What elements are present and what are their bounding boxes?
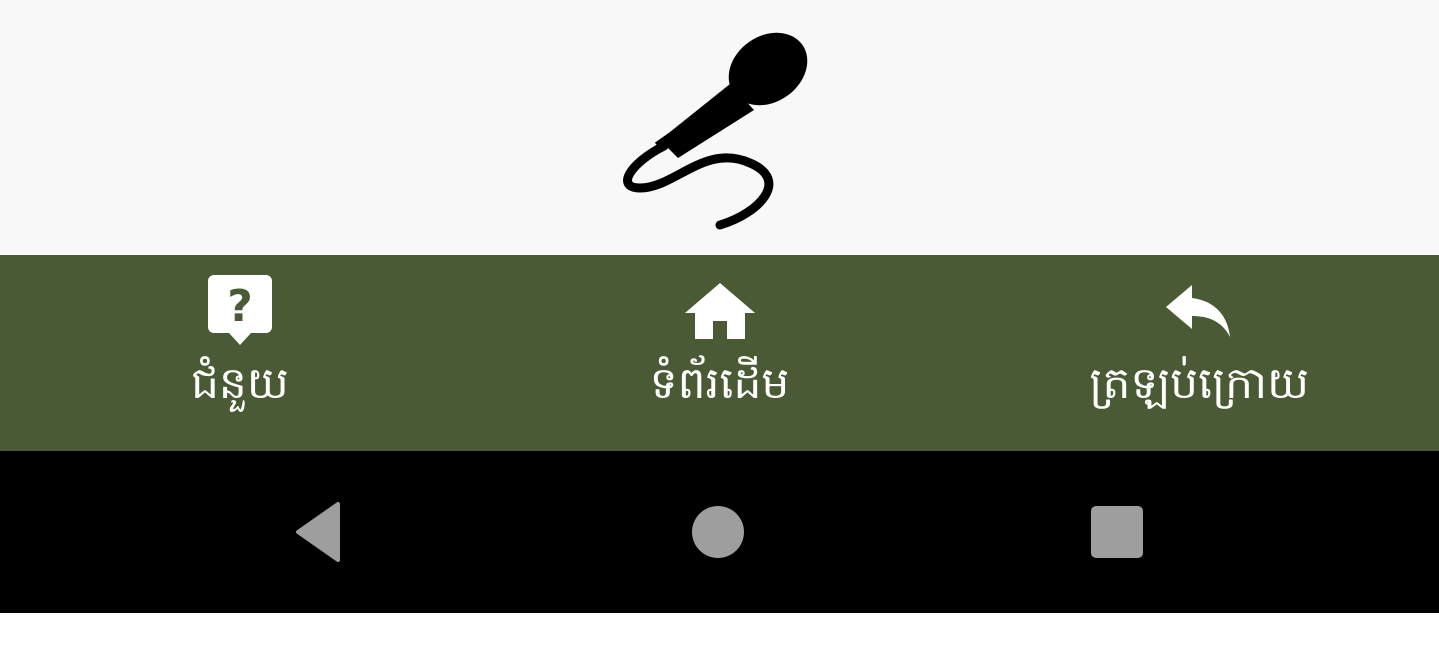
nav-label-help: ជំនួយ bbox=[190, 358, 289, 409]
microphone-icon[interactable] bbox=[620, 28, 820, 233]
nav-label-home: ទំព័រដើម bbox=[649, 358, 790, 409]
nav-item-help[interactable]: ? ជំនួយ bbox=[0, 255, 480, 451]
home-icon bbox=[683, 273, 757, 348]
help-icon: ? bbox=[207, 273, 273, 348]
nav-item-back[interactable]: ត្រឡប់ក្រោយ bbox=[959, 255, 1439, 451]
nav-label-back: ត្រឡប់ក្រោយ bbox=[1089, 358, 1309, 409]
system-back-button[interactable] bbox=[270, 451, 370, 613]
system-home-button[interactable] bbox=[668, 451, 768, 613]
svg-text:?: ? bbox=[227, 281, 253, 332]
system-navigation-bar bbox=[0, 451, 1439, 613]
bottom-navigation-bar: ? ជំនួយ ទំព័រដើម ត្រឡប់ក្រោយ bbox=[0, 255, 1439, 451]
back-triangle-icon bbox=[296, 502, 340, 562]
app-screen: ? ជំនួយ ទំព័រដើម ត្រឡប់ក្រោយ bbox=[0, 0, 1439, 648]
home-circle-icon bbox=[692, 506, 744, 558]
recents-square-icon bbox=[1091, 506, 1143, 558]
content-area bbox=[0, 0, 1439, 255]
system-recents-button[interactable] bbox=[1067, 451, 1167, 613]
back-arrow-icon bbox=[1164, 273, 1234, 348]
bottom-blank-area bbox=[0, 613, 1439, 648]
nav-item-home[interactable]: ទំព័រដើម bbox=[480, 255, 960, 451]
